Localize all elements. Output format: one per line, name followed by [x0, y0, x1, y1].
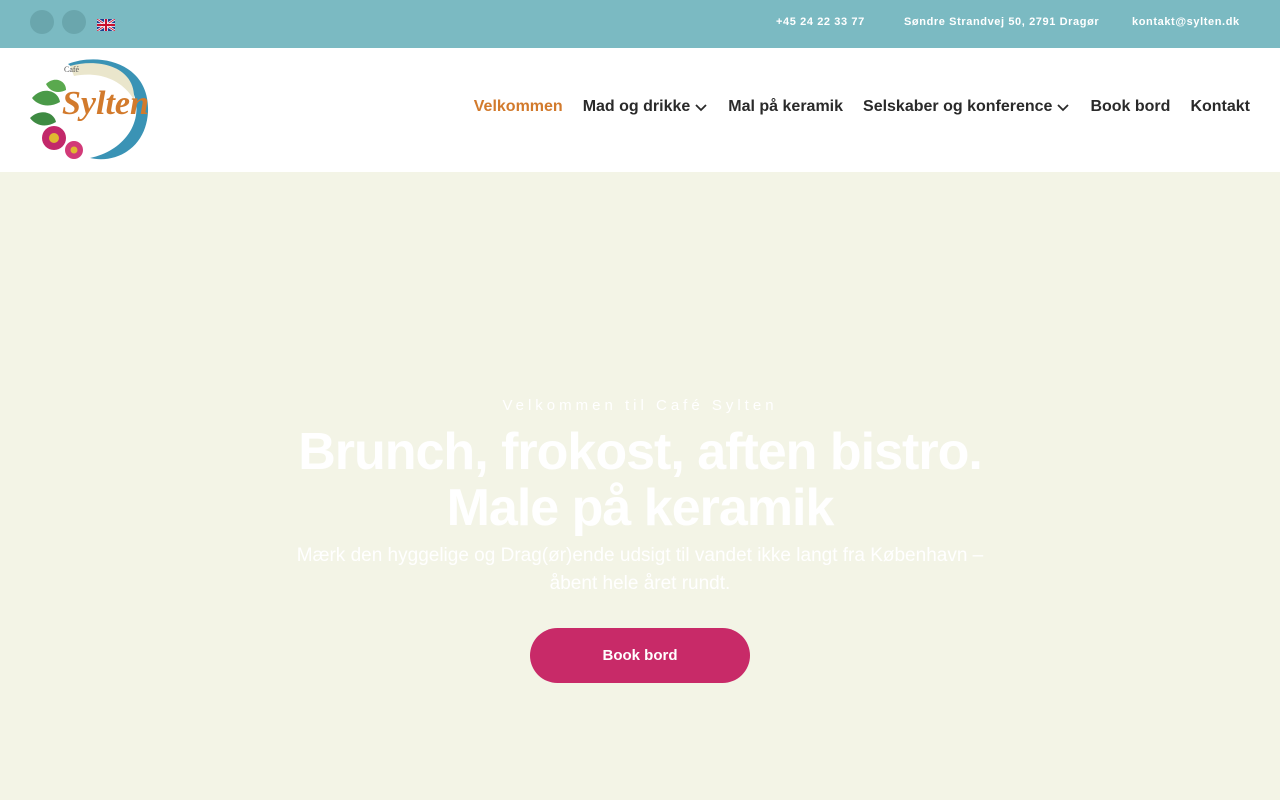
nav-item-label: Mal på keramik [728, 98, 844, 115]
site-header: Café Sylten Velkommen Mad og drikke Mal … [0, 48, 1280, 172]
nav-item-label: Selskaber og konference [863, 98, 1053, 115]
hero-eyebrow: Velkommen til Café Sylten [502, 397, 778, 414]
book-table-button[interactable]: Book bord [530, 628, 750, 683]
chevron-down-icon [695, 104, 707, 112]
nav-item-label: Velkommen [473, 98, 563, 115]
nav-item-book-bord[interactable]: Book bord [1090, 98, 1170, 116]
nav-item-mal-paa-keramik[interactable]: Mal på keramik [728, 98, 843, 116]
chevron-down-icon [1057, 104, 1070, 112]
social-icon[interactable] [30, 10, 54, 34]
nav-item-velkommen[interactable]: Velkommen [474, 98, 563, 116]
svg-text:Café: Café [64, 65, 80, 74]
top-bar: +45 24 22 33 77 Søndre Strandvej 50, 279… [0, 0, 1280, 48]
hero-title-line: Brunch, frokost, aften bistro. [298, 423, 983, 481]
nav-item-label: Book bord [1090, 98, 1171, 115]
phone-link[interactable]: +45 24 22 33 77 [776, 16, 865, 28]
cafe-sylten-logo[interactable]: Café Sylten [28, 56, 152, 164]
hero-subtitle: Mærk den hyggelige og Drag(ør)ende udsig… [265, 542, 1015, 598]
svg-text:Sylten: Sylten [62, 85, 149, 122]
hero-title: Brunch, frokost, aften bistro. Male på k… [240, 424, 1040, 536]
address-link[interactable]: Søndre Strandvej 50, 2791 Dragør [904, 16, 1099, 28]
email-link[interactable]: kontakt@sylten.dk [1132, 16, 1240, 28]
nav-item-label: Kontakt [1190, 98, 1250, 115]
hero-title-line: Male på keramik [446, 479, 835, 537]
hero-subtitle-line: Mærk den hyggelige og Drag(ør)ende udsig… [296, 545, 984, 566]
main-nav: Velkommen Mad og drikke Mal på keramik S… [474, 98, 1250, 116]
nav-item-kontakt[interactable]: Kontakt [1190, 98, 1250, 116]
uk-flag-icon[interactable] [97, 19, 115, 31]
social-icon[interactable] [62, 10, 86, 34]
hero-section: Velkommen til Café Sylten Brunch, frokos… [0, 172, 1280, 800]
hero-subtitle-line: åbent hele året rundt. [549, 573, 731, 594]
nav-item-selskaber[interactable]: Selskaber og konference [863, 98, 1070, 116]
nav-item-label: Mad og drikke [582, 98, 691, 115]
nav-item-mad-og-drikke[interactable]: Mad og drikke [583, 98, 709, 116]
